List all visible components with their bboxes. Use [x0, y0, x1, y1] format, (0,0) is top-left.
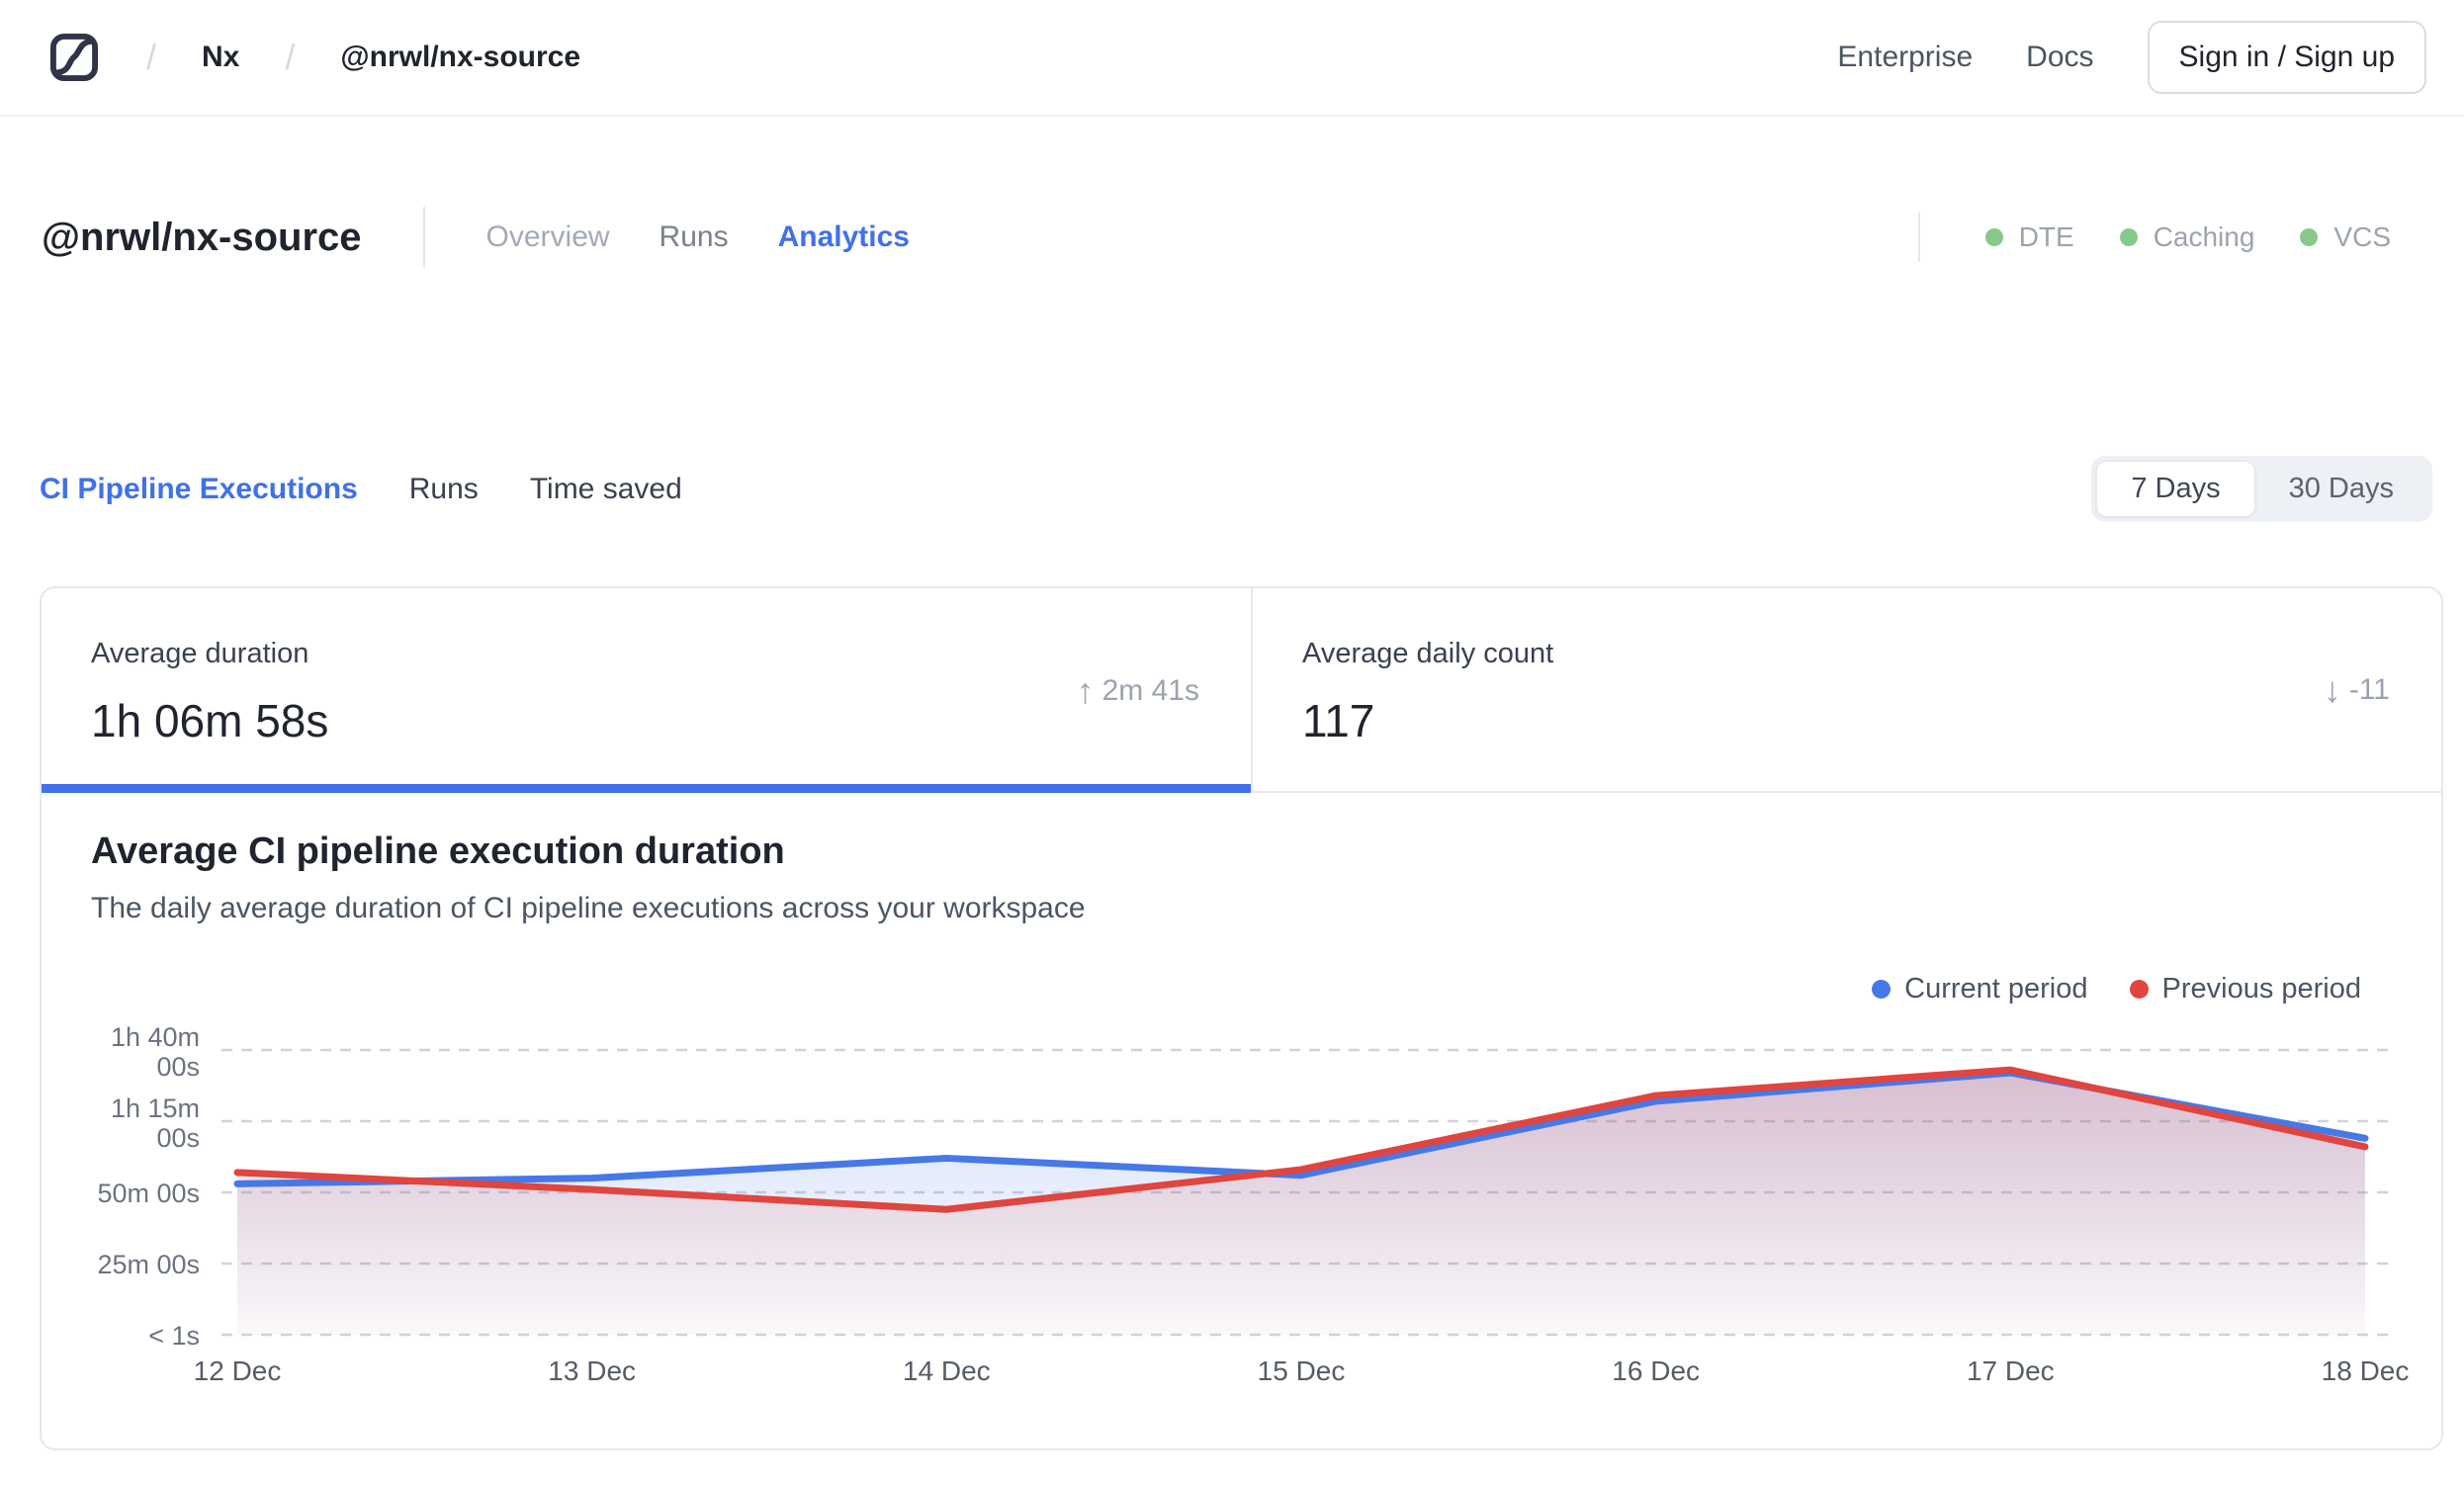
x-axis-tick-label: 13 Dec	[548, 1356, 636, 1386]
x-axis-tick-label: 15 Dec	[1258, 1356, 1346, 1386]
stat-delta: ↓ -11	[2323, 668, 2390, 710]
section-tab-ci-pipeline-executions[interactable]: CI Pipeline Executions	[40, 473, 358, 506]
workspace-tabs: Overview Runs Analytics	[486, 220, 910, 254]
arrow-down-icon: ↓	[2323, 668, 2341, 710]
status-vcs-label: VCS	[2333, 221, 2391, 252]
range-option-7-days[interactable]: 7 Days	[2096, 461, 2255, 517]
nx-cloud-logo-icon[interactable]	[47, 31, 101, 84]
stat-card-average-daily-count[interactable]: Average daily count 117 ↓ -11	[1251, 588, 2441, 793]
stat-delta: ↑ 2m 41s	[1076, 669, 1199, 711]
duration-chart-card: Average CI pipeline execution duration T…	[42, 793, 2441, 1448]
status-dte: DTE	[1984, 221, 2074, 253]
duration-line-chart: 1h 40m 00s 1h 15m 00s 50m 00s 25m 00s < 1s 12 D…	[97, 1022, 2410, 1386]
stat-card-average-duration[interactable]: Average duration 1h 06m 58s ↑ 2m 41s	[42, 588, 1251, 793]
x-axis-tick-label: 17 Dec	[1967, 1356, 2055, 1386]
workspace-title: @nrwl/nx-source	[42, 215, 362, 259]
top-navbar: / Nx / @nrwl/nx-source Enterprise Docs S…	[0, 0, 2464, 117]
tab-runs[interactable]: Runs	[660, 220, 729, 254]
green-dot-icon	[2119, 228, 2138, 246]
date-range-toggle: 7 Days 30 Days	[2091, 456, 2432, 522]
section-tab-time-saved[interactable]: Time saved	[530, 473, 682, 506]
nav-link-docs[interactable]: Docs	[2026, 41, 2093, 74]
analytics-section-tabs: CI Pipeline Executions Runs Time saved	[40, 473, 682, 506]
y-axis-tick-label: 25m 00s	[97, 1250, 200, 1279]
status-dte-label: DTE	[2018, 221, 2074, 252]
nav-link-enterprise[interactable]: Enterprise	[1837, 41, 1973, 74]
y-axis-tick-label: 1h 15m 00s	[111, 1093, 200, 1153]
stat-cards-row: Average duration 1h 06m 58s ↑ 2m 41s Ave…	[42, 588, 2441, 793]
stat-label: Average daily count	[1302, 638, 1554, 669]
status-vcs: VCS	[2300, 221, 2391, 253]
arrow-up-icon: ↑	[1076, 669, 1095, 711]
x-axis-tick-label: 18 Dec	[2322, 1356, 2410, 1386]
series-area-previous	[237, 1070, 2365, 1335]
breadcrumb-separator: /	[146, 37, 157, 77]
breadcrumb-separator: /	[285, 37, 296, 77]
y-axis-tick-label: < 1s	[148, 1321, 200, 1351]
status-caching-label: Caching	[2153, 221, 2255, 252]
range-option-30-days[interactable]: 30 Days	[2255, 461, 2427, 517]
tab-analytics[interactable]: Analytics	[778, 220, 910, 254]
page: / Nx / @nrwl/nx-source Enterprise Docs S…	[0, 0, 2464, 1487]
green-dot-icon	[1984, 228, 2003, 246]
x-axis-tick-label: 16 Dec	[1612, 1356, 1700, 1386]
ci-pipeline-executions-panel: Average duration 1h 06m 58s ↑ 2m 41s Ave…	[40, 586, 2443, 1450]
stat-delta-value: -11	[2348, 672, 2390, 706]
sign-in-button[interactable]: Sign in / Sign up	[2147, 21, 2426, 94]
stat-label: Average duration	[91, 638, 309, 669]
header-divider	[422, 207, 425, 268]
breadcrumb: / Nx / @nrwl/nx-source	[47, 31, 580, 84]
breadcrumb-workspace[interactable]: @nrwl/nx-source	[340, 41, 580, 74]
tab-overview[interactable]: Overview	[486, 220, 610, 254]
status-caching: Caching	[2119, 221, 2255, 253]
section-tab-runs[interactable]: Runs	[409, 473, 479, 506]
breadcrumb-org[interactable]: Nx	[202, 41, 239, 74]
stat-value: 1h 06m 58s	[91, 695, 329, 746]
stat-value: 117	[1302, 695, 1375, 746]
navbar-actions: Enterprise Docs Sign in / Sign up	[1837, 21, 2426, 94]
workspace-header: @nrwl/nx-source Overview Runs Analytics	[42, 206, 910, 269]
x-axis-tick-label: 12 Dec	[194, 1356, 282, 1386]
workspace-status-indicators: DTE Caching VCS	[1917, 206, 2391, 269]
status-divider	[1917, 213, 1920, 262]
y-axis-tick-label: 1h 40m 00s	[111, 1022, 200, 1082]
x-axis-tick-label: 14 Dec	[903, 1356, 991, 1386]
y-axis-tick-label: 50m 00s	[97, 1179, 200, 1208]
green-dot-icon	[2300, 228, 2319, 246]
stat-delta-value: 2m 41s	[1101, 673, 1199, 707]
